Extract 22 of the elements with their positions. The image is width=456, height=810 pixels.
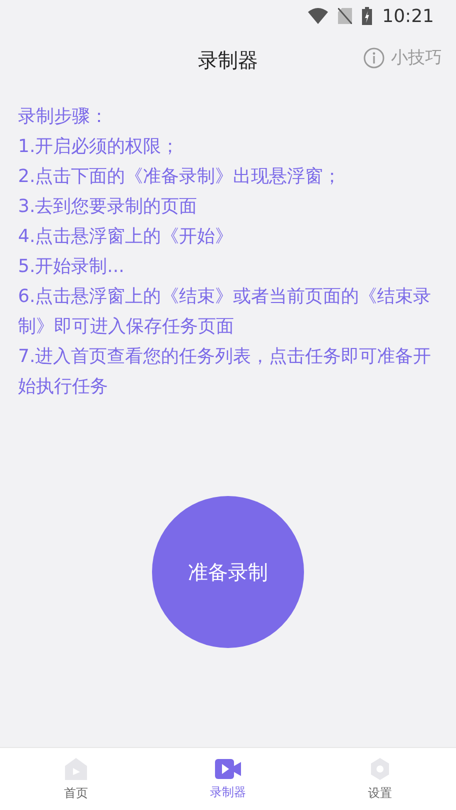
instruction-text: 2.点击下面的《准备录制》出现悬浮窗； xyxy=(18,165,342,189)
instruction-text: 6.点击悬浮窗上的《结束》或者当前页面的《结束录制》即可进入保存任务页面 xyxy=(18,285,432,339)
info-icon xyxy=(363,46,385,68)
instruction-text: 3.去到您要录制的页面 xyxy=(18,195,198,219)
instruction-text: 4.点击悬浮窗上的《开始》 xyxy=(18,225,234,249)
tab[interactable]: 设置 xyxy=(304,748,456,810)
tips-button[interactable]: 小技巧 xyxy=(363,46,442,69)
instruction-text: 录制步骤： xyxy=(18,105,109,129)
prepare-record-button[interactable]: 准备录制 xyxy=(152,496,304,648)
video-camera-icon xyxy=(215,758,241,780)
instruction-text: 7.进入首页查看您的任务列表，点击任务即可准备开始执行任务 xyxy=(18,345,432,399)
gear-icon xyxy=(368,756,392,780)
no-sim-icon xyxy=(338,8,352,24)
wifi-icon xyxy=(308,8,328,24)
instruction-text: 5.开始录制... xyxy=(18,255,126,279)
instruction-text: 1.开启必须的权限； xyxy=(18,135,180,159)
page-title: 录制器 xyxy=(198,46,258,74)
tab[interactable]: 录制器 xyxy=(152,748,304,810)
battery-icon xyxy=(362,7,372,25)
status-time: 10:21 xyxy=(382,6,434,26)
home-icon xyxy=(64,756,88,780)
tab[interactable]: 首页 xyxy=(0,748,152,810)
